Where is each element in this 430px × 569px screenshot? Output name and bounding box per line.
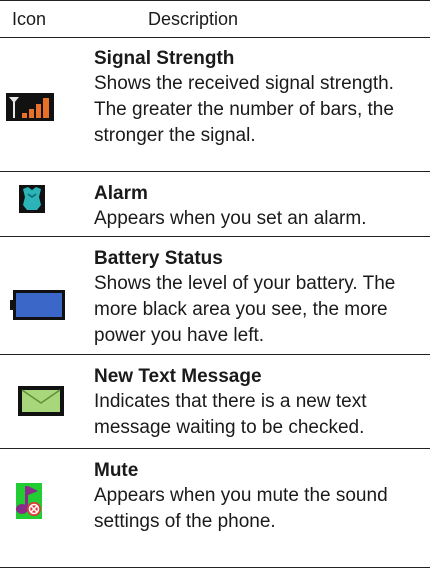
table-row-battery-status: Battery Status Shows the level of your b… <box>0 237 430 355</box>
description-cell: Alarm Appears when you set an alarm. <box>94 182 430 232</box>
row-description-line: The greater the number of bars, the <box>94 99 394 120</box>
row-title: Mute <box>94 460 139 481</box>
row-description-line: stronger the signal. <box>94 125 256 146</box>
row-description-line: message waiting to be checked. <box>94 417 365 438</box>
row-description-line: Appears when you mute the sound <box>94 485 388 506</box>
table-bottom-rule <box>0 567 430 568</box>
signal-strength-icon <box>6 93 54 121</box>
icon-cell <box>0 449 84 569</box>
alarm-icon <box>19 185 45 213</box>
header-icon-column: Icon <box>12 9 47 29</box>
row-description-line: power you have left. <box>94 325 265 346</box>
description-cell: Battery Status Shows the level of your b… <box>94 247 430 349</box>
row-title: New Text Message <box>94 366 262 387</box>
row-title: Alarm <box>94 183 148 204</box>
row-description-line: settings of the phone. <box>94 511 276 532</box>
header-description-column: Description <box>148 9 239 29</box>
new-text-message-icon <box>18 386 64 416</box>
description-cell: Signal Strength Shows the received signa… <box>94 47 430 149</box>
row-description-line: more black area you see, the more <box>94 299 388 320</box>
icon-cell <box>0 237 84 354</box>
icon-cell <box>0 355 84 448</box>
row-title: Battery Status <box>94 248 223 269</box>
battery-status-icon <box>10 290 65 320</box>
row-title: Signal Strength <box>94 48 235 69</box>
description-cell: Mute Appears when you mute the sound set… <box>94 459 430 535</box>
icon-cell <box>0 172 84 236</box>
row-description-line: Shows the level of your battery. The <box>94 273 396 294</box>
table-row-signal-strength: Signal Strength Shows the received signa… <box>0 37 430 172</box>
table-row-new-text-message: New Text Message Indicates that there is… <box>0 355 430 449</box>
table-row-mute: Mute Appears when you mute the sound set… <box>0 449 430 569</box>
icon-cell <box>0 37 84 171</box>
table-row-alarm: Alarm Appears when you set an alarm. <box>0 172 430 237</box>
row-description-line: Indicates that there is a new text <box>94 391 367 412</box>
table-header: Icon Description <box>0 0 430 38</box>
description-cell: New Text Message Indicates that there is… <box>94 365 430 441</box>
row-description-line: Shows the received signal strength. <box>94 73 394 94</box>
row-description-line: Appears when you set an alarm. <box>94 208 367 229</box>
mute-icon <box>16 483 42 519</box>
